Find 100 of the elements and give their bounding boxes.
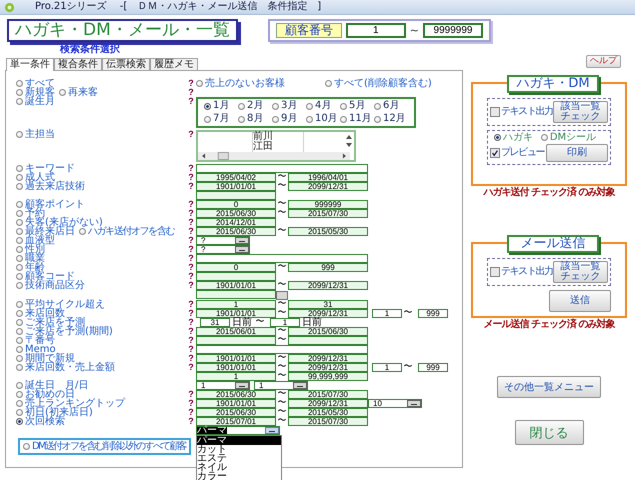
input-field[interactable]: 1 <box>196 372 276 381</box>
radio-button[interactable] <box>16 98 23 105</box>
input-field[interactable]: 2099/12/31 <box>288 182 368 191</box>
customer-number-to-field[interactable]: 9999999 <box>422 23 483 38</box>
dropdown-option[interactable]: カット <box>197 445 281 454</box>
input-field[interactable]: 2015/07/30 <box>288 209 368 218</box>
radio-button[interactable] <box>16 310 23 317</box>
input-field[interactable]: 2015/06/30 <box>196 390 276 399</box>
radio-button[interactable] <box>16 237 23 244</box>
input-field[interactable]: 1901/01/01 <box>196 354 276 363</box>
checkbox[interactable] <box>490 267 500 277</box>
help-mark[interactable]: ? <box>188 309 194 318</box>
input-field[interactable] <box>196 336 276 345</box>
input-field[interactable]: 1 <box>372 363 402 372</box>
input-field[interactable]: 2015/06/30 <box>196 227 276 236</box>
radio-button[interactable] <box>340 102 347 110</box>
input-field[interactable]: 2099/12/31 <box>288 363 368 372</box>
input-field[interactable] <box>196 272 276 281</box>
radio-button[interactable] <box>16 183 23 190</box>
radio-button[interactable] <box>59 89 66 96</box>
help-mark[interactable]: ? <box>188 209 194 218</box>
radio-button[interactable] <box>23 443 30 450</box>
radio-button[interactable] <box>16 174 23 181</box>
input-field[interactable]: 999 <box>418 309 448 318</box>
radio-button[interactable] <box>272 116 279 122</box>
help-mark[interactable]: ? <box>188 227 194 236</box>
help-mark[interactable]: ? <box>188 363 194 372</box>
dropdown[interactable]: 1 <box>254 381 308 390</box>
input-field[interactable] <box>196 191 276 200</box>
print-button[interactable]: 印刷 <box>546 144 608 162</box>
input-field[interactable]: 1996/04/01 <box>288 173 368 182</box>
radio-button[interactable] <box>16 246 23 253</box>
input-field[interactable]: 2015/06/30 <box>196 209 276 218</box>
input-field[interactable]: 1901/01/01 <box>196 281 276 290</box>
radio-button[interactable] <box>272 102 279 110</box>
input-field[interactable]: 31 <box>200 318 230 327</box>
horizontal-scrollbar[interactable] <box>198 152 350 160</box>
input-field[interactable] <box>196 254 368 263</box>
send-button[interactable]: 送信 <box>549 290 611 312</box>
tab[interactable]: 履歴メモ <box>150 58 198 70</box>
browse-button[interactable] <box>276 291 288 300</box>
radio-button[interactable] <box>340 116 347 122</box>
staff-list[interactable]: 前川 江田 <box>196 130 356 162</box>
radio-button[interactable] <box>16 210 23 217</box>
tab[interactable]: 伝票検索 <box>102 58 150 70</box>
radio-button[interactable] <box>16 264 23 271</box>
radio-button[interactable] <box>204 102 211 110</box>
input-field[interactable]: 2015/05/30 <box>288 408 368 417</box>
radio-button[interactable] <box>16 282 23 289</box>
customer-number-from-field[interactable]: 1 <box>346 23 406 38</box>
radio-button[interactable] <box>540 134 548 141</box>
dropdown-option[interactable]: カラー <box>197 472 281 480</box>
dropdown[interactable]: パーマ <box>196 426 280 435</box>
radio-button[interactable] <box>16 219 23 226</box>
radio-button[interactable] <box>16 228 23 235</box>
input-field[interactable]: 2099/12/31 <box>288 399 368 408</box>
input-field[interactable]: 2015/07/30 <box>288 390 368 399</box>
input-field[interactable]: 1901/01/01 <box>196 309 276 318</box>
help-mark[interactable]: ? <box>188 130 194 139</box>
input-field[interactable]: 2015/05/30 <box>288 227 368 236</box>
input-field[interactable]: 1 <box>270 318 300 327</box>
help-mark[interactable]: ? <box>188 218 194 227</box>
radio-button[interactable] <box>204 116 211 122</box>
input-field[interactable]: 1901/01/01 <box>196 363 276 372</box>
radio-button[interactable] <box>325 80 332 87</box>
help-mark[interactable]: ? <box>188 281 194 290</box>
input-field[interactable]: 2015/06/30 <box>196 408 276 417</box>
input-field[interactable]: 2015/07/30 <box>288 417 368 426</box>
input-field[interactable]: 999 <box>288 263 368 272</box>
help-mark[interactable]: ? <box>188 200 194 209</box>
help-mark[interactable]: ? <box>188 272 194 281</box>
input-field[interactable] <box>196 164 368 173</box>
radio-button[interactable] <box>306 116 313 122</box>
dropdown-button[interactable] <box>293 382 307 389</box>
help-mark[interactable]: ? <box>188 318 194 327</box>
input-field[interactable]: 1 <box>372 309 402 318</box>
checkbox[interactable] <box>490 107 500 117</box>
input-field[interactable]: 999999 <box>288 200 368 209</box>
input-field[interactable]: 2099/12/31 <box>288 354 368 363</box>
radio-button[interactable] <box>16 328 23 335</box>
help-mark[interactable]: ? <box>188 236 194 245</box>
radio-button[interactable] <box>494 134 501 141</box>
radio-button[interactable] <box>16 346 23 353</box>
dropdown-button[interactable] <box>235 237 249 244</box>
radio-button[interactable] <box>16 165 23 172</box>
radio-button[interactable] <box>16 409 23 416</box>
dropdown[interactable]: 10 <box>368 399 422 408</box>
input-field[interactable]: 2015/06/01 <box>196 327 276 336</box>
help-mark[interactable]: ? <box>188 327 194 336</box>
help-mark[interactable]: ? <box>188 390 194 399</box>
help-mark[interactable]: ? <box>188 354 194 363</box>
help-mark[interactable]: ? <box>188 182 194 191</box>
check-list-button[interactable]: 該当一覧チェック <box>552 261 608 283</box>
radio-button[interactable] <box>16 364 23 371</box>
radio-button[interactable] <box>16 382 23 389</box>
input-field[interactable]: 999 <box>418 363 448 372</box>
help-mark[interactable]: ? <box>188 417 194 426</box>
radio-button[interactable] <box>16 319 23 326</box>
help-mark[interactable]: ? <box>188 263 194 272</box>
radio-button[interactable] <box>16 418 23 425</box>
